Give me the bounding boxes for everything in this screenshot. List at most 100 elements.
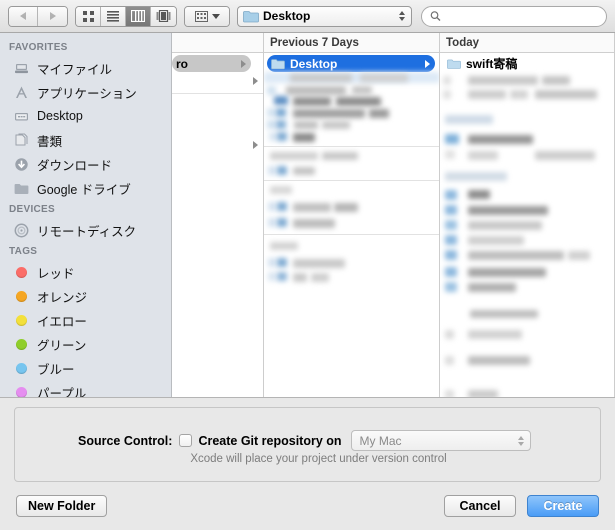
sidebar-label: Desktop <box>37 109 83 123</box>
folder-icon <box>13 180 30 196</box>
triangle-right-icon <box>50 12 56 20</box>
coverflow-icon <box>156 10 171 22</box>
tag-dot-icon <box>13 336 30 352</box>
create-button[interactable]: Create <box>527 495 599 517</box>
list-item-swift[interactable]: swift寄稿 <box>440 55 614 72</box>
source-control-box: Source Control: Create Git repository on… <box>14 407 601 482</box>
create-git-repository-checkbox[interactable] <box>179 434 193 447</box>
accessory-view: Source Control: Create Git repository on… <box>0 398 615 482</box>
list-item[interactable]: ro <box>172 55 251 72</box>
columns-icon <box>131 10 145 22</box>
sidebar-label: レッド <box>37 266 75 281</box>
sidebar-label: オレンジ <box>37 290 88 305</box>
column-header <box>172 33 263 53</box>
sidebar-item-tag-orange[interactable]: オレンジ <box>0 284 171 308</box>
search-field[interactable] <box>421 5 607 27</box>
folder-icon <box>271 58 285 69</box>
column-body[interactable]: Desktop <box>264 53 439 397</box>
sidebar-label: 書類 <box>37 134 63 149</box>
tag-dot-icon <box>13 288 30 304</box>
sidebar-item-applications[interactable]: アプリケーション <box>0 80 171 104</box>
finder-toolbar: Desktop <box>0 0 615 33</box>
triangle-left-icon <box>19 12 26 20</box>
list-item[interactable] <box>172 136 263 153</box>
column-parent[interactable]: ro <box>172 33 264 397</box>
sidebar-item-google-drive[interactable]: Google ドライブ <box>0 176 171 200</box>
chevron-down-icon <box>211 14 220 19</box>
sidebar-header-favorites: FAVORITES <box>9 42 68 53</box>
forward-button[interactable] <box>38 6 67 26</box>
list-item[interactable] <box>172 72 263 89</box>
desktop-icon <box>13 108 30 124</box>
footer-actions: Cancel Create <box>444 495 599 517</box>
sidebar-item-desktop[interactable]: Desktop <box>0 104 171 128</box>
sidebar-label: パープル <box>37 386 87 398</box>
downloads-icon <box>13 156 30 172</box>
applications-icon <box>13 84 30 100</box>
icon-view-button[interactable] <box>76 6 101 26</box>
save-panel-window: Desktop FAVORITES マイファイル アプリケーション Deskto… <box>0 0 615 530</box>
sidebar-label: Google ドライブ <box>37 182 131 197</box>
popup-arrows-icon <box>399 11 405 21</box>
sidebar-item-tag-purple[interactable]: パープル <box>0 380 171 397</box>
search-input[interactable] <box>444 8 598 24</box>
redacted-file-list[interactable] <box>440 72 614 397</box>
column-previous-7-days[interactable]: Previous 7 Days Desktop <box>264 33 440 397</box>
path-popup-button[interactable]: Desktop <box>237 5 412 27</box>
sidebar-label: ブルー <box>37 362 75 377</box>
column-view-button[interactable] <box>126 6 151 26</box>
sidebar-item-tag-yellow[interactable]: イエロー <box>0 308 171 332</box>
column-header: Today <box>440 33 614 53</box>
path-popup-label: Desktop <box>263 9 311 23</box>
list-item-desktop[interactable]: Desktop <box>267 55 435 72</box>
git-location-popup-button[interactable]: My Mac <box>350 430 531 451</box>
sidebar-item-tag-red[interactable]: レッド <box>0 260 171 284</box>
action-menu-button[interactable] <box>184 5 230 27</box>
sidebar-item-downloads[interactable]: ダウンロード <box>0 152 171 176</box>
disclosure-arrow-icon <box>253 140 258 149</box>
popup-arrows-icon <box>517 435 524 446</box>
sidebar-label: リモートディスク <box>37 224 137 239</box>
column-header: Previous 7 Days <box>264 33 439 53</box>
tag-dot-icon <box>13 384 30 397</box>
action-menu-inner[interactable] <box>185 6 229 26</box>
back-button[interactable] <box>9 6 38 26</box>
column-body[interactable]: ro <box>172 53 263 397</box>
sidebar-item-documents[interactable]: 書類 <box>0 128 171 152</box>
panel-body: FAVORITES マイファイル アプリケーション Desktop 書類 ダウン… <box>0 33 615 398</box>
sidebar-item-tag-blue[interactable]: ブルー <box>0 356 171 380</box>
folder-icon <box>243 10 259 22</box>
search-icon <box>430 11 441 22</box>
create-git-repository-label: Create Git repository on <box>198 433 342 448</box>
column-body[interactable]: swift寄稿 <box>440 53 614 397</box>
sidebar-label: ダウンロード <box>37 158 113 173</box>
coverflow-view-button[interactable] <box>151 6 176 26</box>
sidebar-label: マイファイル <box>37 62 113 77</box>
new-folder-button[interactable]: New Folder <box>16 495 108 517</box>
redacted-file-list[interactable] <box>264 72 439 397</box>
list-view-button[interactable] <box>101 6 126 26</box>
column-today[interactable]: Today swift寄稿 <box>440 33 615 397</box>
sidebar-label: グリーン <box>37 338 87 353</box>
grid-icon <box>82 10 94 22</box>
my-files-icon <box>13 60 30 76</box>
sidebar-item-tag-green[interactable]: グリーン <box>0 332 171 356</box>
folder-icon <box>447 59 461 69</box>
sidebar-header-devices: DEVICES <box>9 204 56 215</box>
cancel-button[interactable]: Cancel <box>444 495 516 517</box>
tag-dot-icon <box>13 312 30 328</box>
sidebar[interactable]: FAVORITES マイファイル アプリケーション Desktop 書類 ダウン… <box>0 33 172 397</box>
list-item-label: ro <box>176 56 188 71</box>
navigation-buttons <box>8 5 68 27</box>
sidebar-item-my-files[interactable]: マイファイル <box>0 56 171 80</box>
tag-dot-icon <box>13 360 30 376</box>
grid-dots-icon <box>194 10 208 22</box>
list-icon <box>107 11 119 22</box>
sidebar-item-remote-disc[interactable]: リモートディスク <box>0 218 171 242</box>
sidebar-label: アプリケーション <box>37 86 137 101</box>
git-location-value: My Mac <box>359 433 402 448</box>
source-control-hint: Xcode will place your project under vers… <box>190 453 447 465</box>
column-browser[interactable]: ro Previous 7 Days Desktop Today swift寄稿 <box>172 33 615 397</box>
list-item-label: Desktop <box>290 56 338 71</box>
tag-dot-icon <box>13 264 30 280</box>
